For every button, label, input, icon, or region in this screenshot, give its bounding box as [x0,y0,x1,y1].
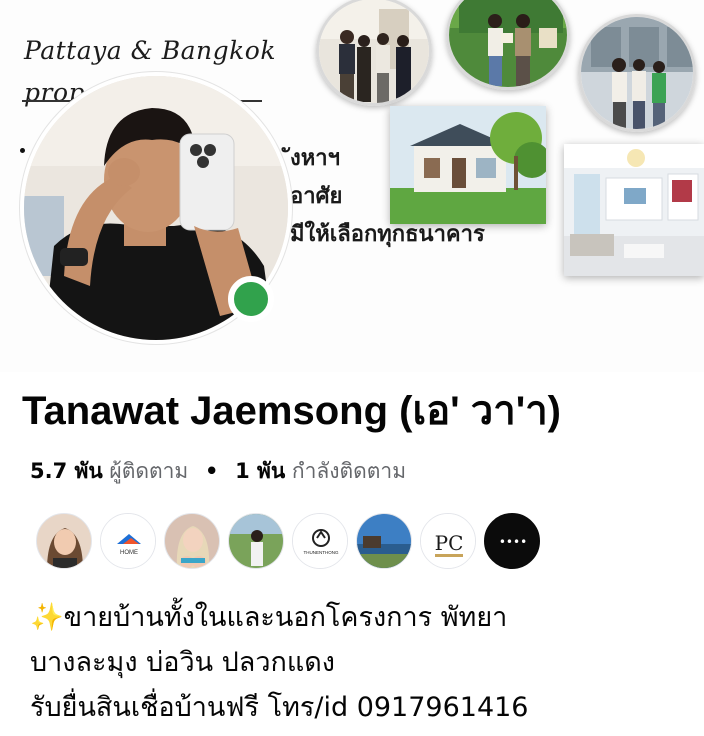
cover-photo-interior [564,144,704,276]
svg-text:THUNENTHONG: THUNENTHONG [304,550,339,555]
bio-line-1-text: ขายบ้านทั้งในและนอกโครงการ พัทยา [63,602,508,633]
friend-avatar[interactable]: THUNENTHONG [292,513,348,569]
avatar-icon [229,514,283,568]
cover-bullet [20,148,25,153]
friend-avatar[interactable] [164,513,220,569]
cover-photo-handover-2 [446,0,570,90]
cover-photo-handover-3 [578,14,696,132]
profile-bio: ✨ขายบ้านทั้งในและนอกโครงการ พัทยา บางละม… [30,595,529,730]
sparkle-icon: ✨ [30,602,64,633]
mutual-friends-row: HOME THUNENTHONG PC •••• [36,513,548,569]
followers-label[interactable]: ผู้ติดตาม [109,459,188,483]
friend-avatar[interactable] [228,513,284,569]
home-logo-icon: HOME [101,514,155,568]
cover-title-line1: Pattaya & Bangkok [24,36,277,65]
followers-count[interactable]: 5.7 พัน [30,459,103,483]
friend-avatar[interactable] [356,513,412,569]
profile-name: Tanawat Jaemsong (เอ' วา'า) [22,389,562,433]
following-count[interactable]: 1 พัน [235,459,285,483]
follow-stats: 5.7 พัน ผู้ติดตาม • 1 พัน กำลังติดตาม [30,456,406,486]
friend-avatar[interactable]: PC [420,513,476,569]
following-label[interactable]: กำลังติดตาม [292,459,406,483]
bio-line-1: ✨ขายบ้านทั้งในและนอกโครงการ พัทยา [30,595,529,640]
friend-avatar[interactable] [36,513,92,569]
stats-separator: • [204,459,219,483]
bio-line-3: รับยื่นสินเชื่อบ้านฟรี โทร/id 0917961416 [30,692,529,723]
svg-text:••••: •••• [499,535,527,549]
cover-photo-handover-1 [316,0,432,106]
svg-text:HOME: HOME [120,550,138,556]
bio-line-2: บางละมุง บ่อวิน ปลวกแดง [30,647,335,678]
friend-avatar[interactable]: HOME [100,513,156,569]
thunenthong-logo-icon: THUNENTHONG [293,514,347,568]
avatar-icon [37,514,91,568]
cover-photo-house [390,106,546,224]
svg-text:PC: PC [435,531,464,555]
more-icon: •••• [485,514,539,568]
avatar-icon [165,514,219,568]
online-status-indicator [228,276,274,322]
more-friends-button[interactable]: •••• [484,513,540,569]
pc-logo-icon: PC [421,514,475,568]
avatar-icon [357,514,411,568]
